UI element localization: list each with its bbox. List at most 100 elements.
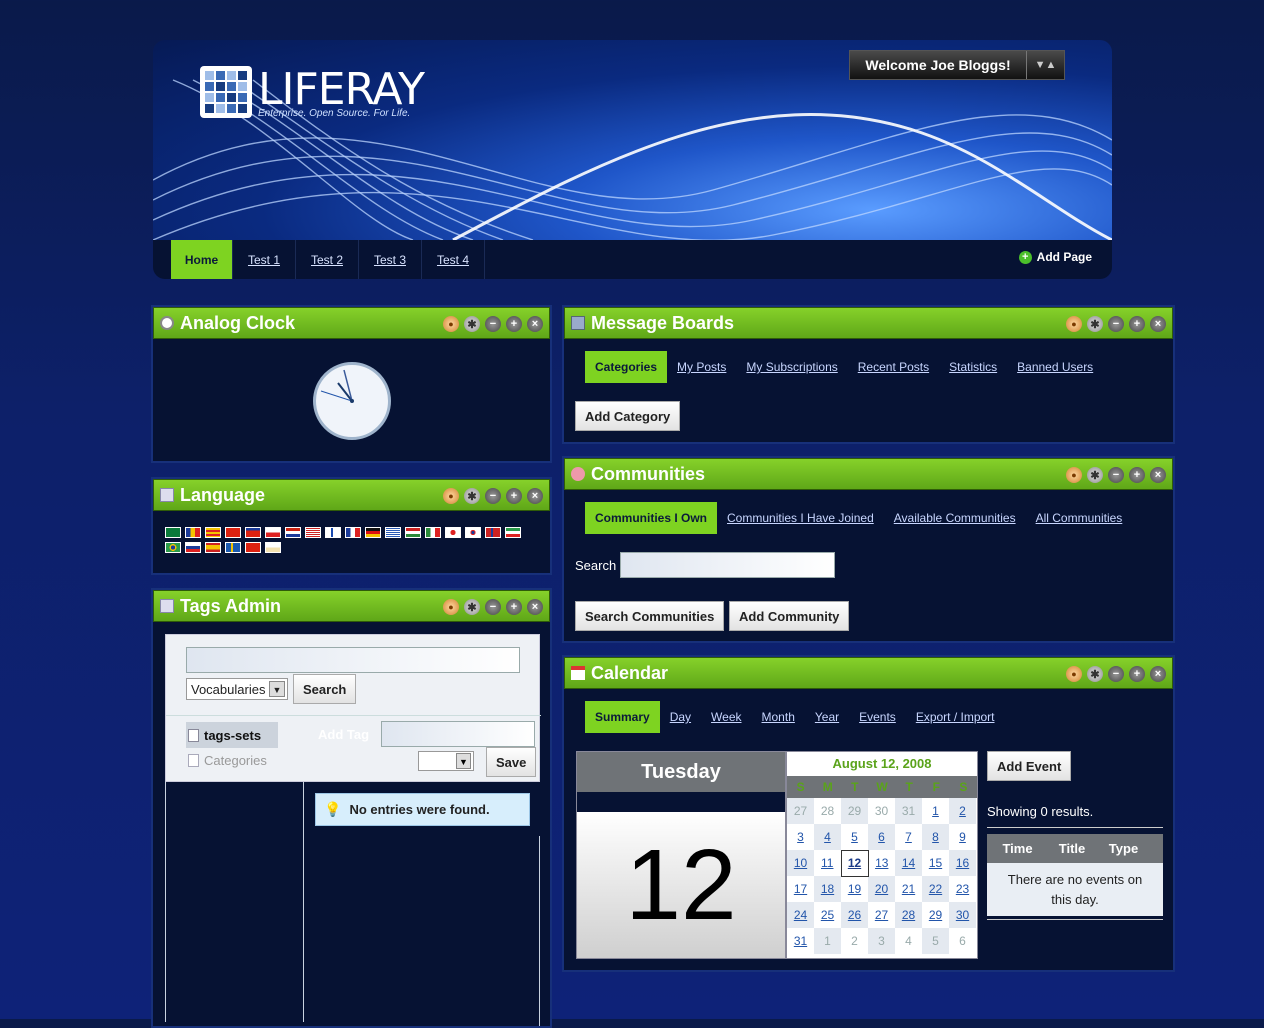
close-icon[interactable]: × xyxy=(527,488,543,504)
flag-germany-icon[interactable] xyxy=(365,527,381,538)
flag-russia-icon[interactable] xyxy=(185,542,201,553)
close-icon[interactable]: × xyxy=(1150,467,1166,483)
close-icon[interactable]: × xyxy=(1150,316,1166,332)
calendar-day[interactable]: 11 xyxy=(814,850,841,876)
flag-vietnam-icon[interactable] xyxy=(265,542,281,553)
flag-czech-icon[interactable] xyxy=(265,527,281,538)
flag-finland-icon[interactable] xyxy=(325,527,341,538)
flag-catalan-andorra-icon[interactable] xyxy=(185,527,201,538)
calendar-day[interactable]: 28 xyxy=(895,902,922,928)
welcome-text[interactable]: Welcome Joe Bloggs! xyxy=(850,51,1027,79)
tab-week[interactable]: Week xyxy=(701,710,751,724)
tag-set-item-categories[interactable]: Categories xyxy=(188,753,267,768)
flag-china-icon[interactable] xyxy=(225,527,241,538)
calendar-day[interactable]: 31 xyxy=(787,928,814,954)
look-and-feel-icon[interactable]: ● xyxy=(1066,467,1082,483)
calendar-day[interactable]: 22 xyxy=(922,876,949,902)
tab-my-posts[interactable]: My Posts xyxy=(667,360,736,374)
search-communities-button[interactable]: Search Communities xyxy=(575,601,725,631)
minimize-icon[interactable]: − xyxy=(1108,467,1124,483)
tab-year[interactable]: Year xyxy=(805,710,849,724)
flag-italy-icon[interactable] xyxy=(425,527,441,538)
tag-property-select[interactable]: ▼ xyxy=(418,751,474,771)
look-and-feel-icon[interactable]: ● xyxy=(443,488,459,504)
flag-korea-icon[interactable] xyxy=(465,527,481,538)
tab-summary[interactable]: Summary xyxy=(585,701,660,733)
maximize-icon[interactable]: + xyxy=(1129,316,1145,332)
flag-brazil-icon[interactable] xyxy=(165,542,181,553)
add-event-button[interactable]: Add Event xyxy=(987,751,1072,781)
add-community-button[interactable]: Add Community xyxy=(729,601,850,631)
flag-netherlands-icon[interactable] xyxy=(285,527,301,538)
tab-my-subscriptions[interactable]: My Subscriptions xyxy=(736,360,847,374)
tab-banned-users[interactable]: Banned Users xyxy=(1007,360,1103,374)
nav-item-test-1[interactable]: Test 1 xyxy=(233,240,296,279)
chevron-down-icon[interactable]: ▼ xyxy=(269,681,285,697)
flag-hungary-icon[interactable] xyxy=(405,527,421,538)
flag-norway-icon[interactable] xyxy=(485,527,501,538)
save-button[interactable]: Save xyxy=(486,747,537,777)
community-search-input[interactable] xyxy=(620,552,835,578)
flag-arabic-icon[interactable] xyxy=(165,527,181,538)
maximize-icon[interactable]: + xyxy=(506,599,522,615)
gear-icon[interactable]: ✱ xyxy=(464,599,480,615)
calendar-day[interactable]: 10 xyxy=(787,850,814,876)
portlet-title-bar[interactable]: Tags Admin ● ✱ − + × xyxy=(153,590,550,622)
maximize-icon[interactable]: + xyxy=(506,488,522,504)
minimize-icon[interactable]: − xyxy=(485,599,501,615)
add-tag-input[interactable] xyxy=(381,721,535,747)
calendar-day[interactable]: 26 xyxy=(841,902,868,928)
tag-search-input[interactable] xyxy=(186,647,520,673)
flag-japan-icon[interactable] xyxy=(445,527,461,538)
calendar-day[interactable]: 19 xyxy=(841,876,868,902)
tab-categories[interactable]: Categories xyxy=(585,351,668,383)
column-title[interactable]: Title xyxy=(1048,841,1096,856)
look-and-feel-icon[interactable]: ● xyxy=(443,316,459,332)
close-icon[interactable]: × xyxy=(527,599,543,615)
tab-recent-posts[interactable]: Recent Posts xyxy=(848,360,939,374)
calendar-day[interactable]: 3 xyxy=(787,824,814,850)
calendar-day[interactable]: 7 xyxy=(895,824,922,850)
look-and-feel-icon[interactable]: ● xyxy=(1066,666,1082,682)
portlet-title-bar[interactable]: Analog Clock ● ✱ − + × xyxy=(153,307,550,339)
calendar-day[interactable]: 30 xyxy=(949,902,976,928)
minimize-icon[interactable]: − xyxy=(485,488,501,504)
portlet-title-bar[interactable]: Calendar ● ✱ − + × xyxy=(564,657,1173,689)
flag-taiwan-icon[interactable] xyxy=(245,527,261,538)
tab-communities-joined[interactable]: Communities I Have Joined xyxy=(717,511,884,525)
vocabularies-select[interactable]: Vocabularies ▼ xyxy=(186,678,288,700)
close-icon[interactable]: × xyxy=(1150,666,1166,682)
tag-set-item-tags-sets[interactable]: tags-sets xyxy=(186,722,278,748)
column-type[interactable]: Type xyxy=(1096,841,1151,856)
gear-icon[interactable]: ✱ xyxy=(1087,467,1103,483)
maximize-icon[interactable]: + xyxy=(1129,666,1145,682)
calendar-day[interactable]: 6 xyxy=(868,824,895,850)
chevron-down-icon[interactable]: ▼ xyxy=(456,753,471,769)
calendar-day[interactable]: 25 xyxy=(814,902,841,928)
nav-item-test-3[interactable]: Test 3 xyxy=(359,240,422,279)
calendar-day[interactable]: 14 xyxy=(895,850,922,876)
flag-iran-icon[interactable] xyxy=(505,527,521,538)
liferay-logo[interactable]: LIFERAY Enterprise. Open Source. For Lif… xyxy=(200,64,425,126)
gear-icon[interactable]: ✱ xyxy=(464,488,480,504)
calendar-day[interactable]: 17 xyxy=(787,876,814,902)
minimize-icon[interactable]: − xyxy=(485,316,501,332)
tab-month[interactable]: Month xyxy=(752,710,805,724)
calendar-day[interactable]: 13 xyxy=(868,850,895,876)
flag-catalan-icon[interactable] xyxy=(205,527,221,538)
welcome-menu[interactable]: Welcome Joe Bloggs! ▼▲ xyxy=(849,50,1065,80)
calendar-day[interactable]: 20 xyxy=(868,876,895,902)
look-and-feel-icon[interactable]: ● xyxy=(1066,316,1082,332)
tags-search-button[interactable]: Search xyxy=(293,674,357,704)
calendar-day[interactable]: 27 xyxy=(868,902,895,928)
calendar-day[interactable]: 8 xyxy=(922,824,949,850)
add-category-button[interactable]: Add Category xyxy=(575,401,681,431)
nav-item-home[interactable]: Home xyxy=(171,240,233,279)
tab-export-import[interactable]: Export / Import xyxy=(906,710,1005,724)
look-and-feel-icon[interactable]: ● xyxy=(443,599,459,615)
add-page-button[interactable]: + Add Page xyxy=(1018,250,1092,264)
chevron-down-icon[interactable]: ▼▲ xyxy=(1027,51,1064,79)
calendar-day[interactable]: 18 xyxy=(814,876,841,902)
portlet-title-bar[interactable]: Communities ● ✱ − + × xyxy=(564,458,1173,490)
calendar-day[interactable]: 16 xyxy=(949,850,976,876)
